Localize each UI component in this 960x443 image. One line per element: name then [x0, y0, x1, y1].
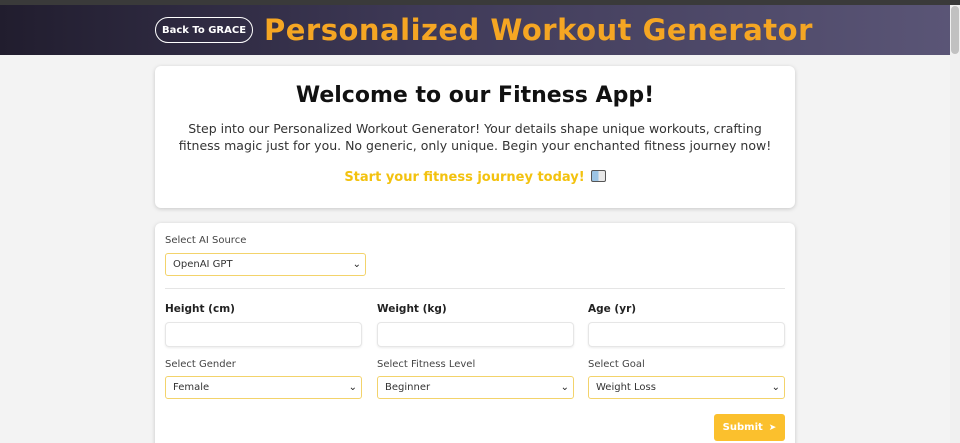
gender-value: Female — [173, 382, 210, 393]
weight-input[interactable] — [377, 322, 574, 347]
ai-source-select[interactable]: OpenAI GPT ⌄ — [165, 253, 366, 276]
app-title: Personalized Workout Generator — [264, 13, 813, 47]
welcome-card: Welcome to our Fitness App! Step into ou… — [155, 66, 795, 208]
ai-source-value: OpenAI GPT — [173, 259, 233, 270]
chevron-down-icon: ⌄ — [352, 259, 361, 270]
picture-frame-icon — [590, 170, 606, 182]
submit-label: Submit — [722, 422, 763, 433]
workout-form: Select AI Source OpenAI GPT ⌄ Height (cm… — [155, 223, 795, 443]
gender-label: Select Gender — [165, 359, 236, 370]
journey-cta-text: Start your fitness journey today! — [344, 170, 585, 185]
height-input[interactable] — [165, 322, 362, 347]
form-divider — [165, 288, 785, 289]
ai-source-label: Select AI Source — [165, 235, 247, 246]
chevron-down-icon: ⌄ — [771, 382, 780, 393]
back-to-grace-button[interactable]: Back To GRACE — [155, 17, 253, 43]
fitness-level-select[interactable]: Beginner ⌄ — [377, 376, 574, 399]
fitness-level-label: Select Fitness Level — [377, 359, 476, 370]
submit-button[interactable]: Submit ➤ — [714, 414, 785, 441]
weight-label: Weight (kg) — [377, 303, 447, 315]
goal-value: Weight Loss — [596, 382, 656, 393]
chevron-down-icon: ⌄ — [560, 382, 569, 393]
chevron-down-icon: ⌄ — [348, 382, 357, 393]
age-label: Age (yr) — [588, 303, 637, 315]
scrollbar[interactable] — [950, 5, 960, 443]
goal-label: Select Goal — [588, 359, 645, 370]
gender-select[interactable]: Female ⌄ — [165, 376, 362, 399]
height-label: Height (cm) — [165, 303, 235, 315]
welcome-text: Step into our Personalized Workout Gener… — [178, 121, 772, 153]
welcome-title: Welcome to our Fitness App! — [295, 83, 655, 108]
goal-select[interactable]: Weight Loss ⌄ — [588, 376, 785, 399]
fitness-level-value: Beginner — [385, 382, 431, 393]
journey-cta: Start your fitness journey today! — [155, 170, 795, 185]
arrow-right-icon: ➤ — [768, 422, 777, 433]
app-header: Back To GRACE Personalized Workout Gener… — [0, 5, 950, 55]
scrollbar-thumb[interactable] — [951, 6, 959, 54]
age-input[interactable] — [588, 322, 785, 347]
